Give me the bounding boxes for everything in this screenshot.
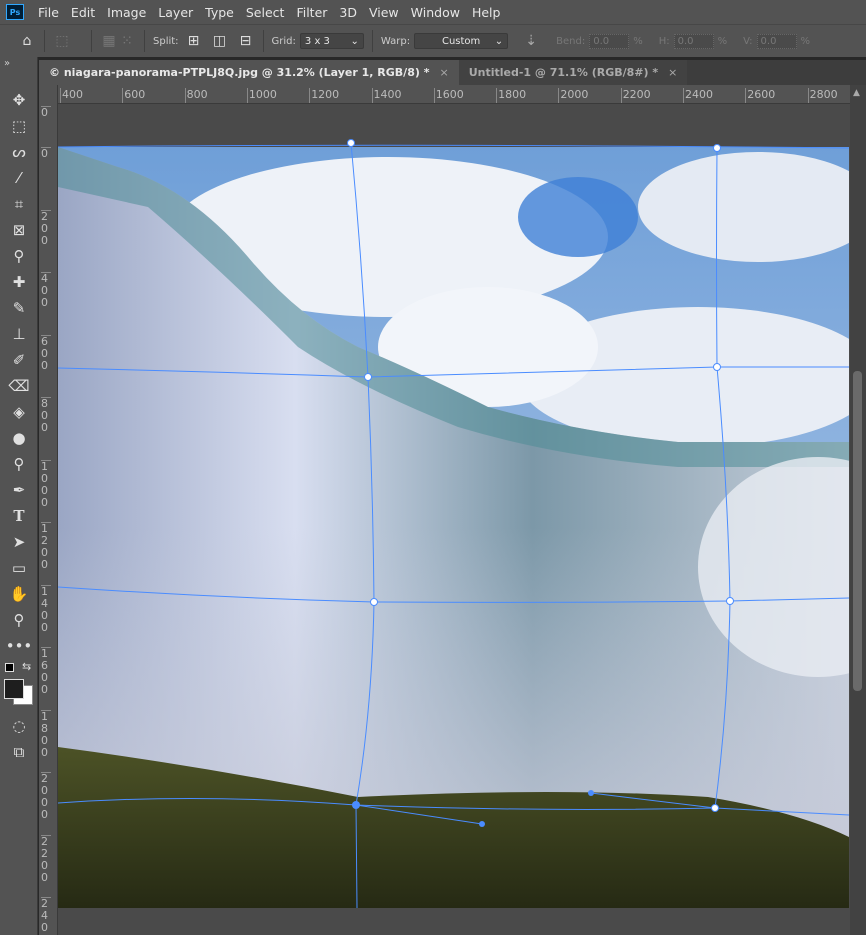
warp-control-point[interactable]	[713, 144, 721, 152]
warp-control-point[interactable]	[713, 363, 721, 371]
warp-bezier-handle[interactable]	[479, 821, 485, 827]
warp-control-point[interactable]	[347, 139, 355, 147]
warp-bezier-handle[interactable]	[588, 790, 594, 796]
warp-control-point-selected[interactable]	[352, 801, 360, 809]
warp-control-point[interactable]	[364, 373, 372, 381]
warp-grid[interactable]	[0, 0, 866, 935]
scrollbar-thumb[interactable]	[853, 371, 862, 691]
scroll-up-icon[interactable]: ▲	[853, 88, 860, 98]
vertical-scrollbar[interactable]: ▲	[850, 85, 866, 935]
warp-control-point[interactable]	[711, 804, 719, 812]
warp-control-point[interactable]	[726, 597, 734, 605]
warp-control-point[interactable]	[370, 598, 378, 606]
